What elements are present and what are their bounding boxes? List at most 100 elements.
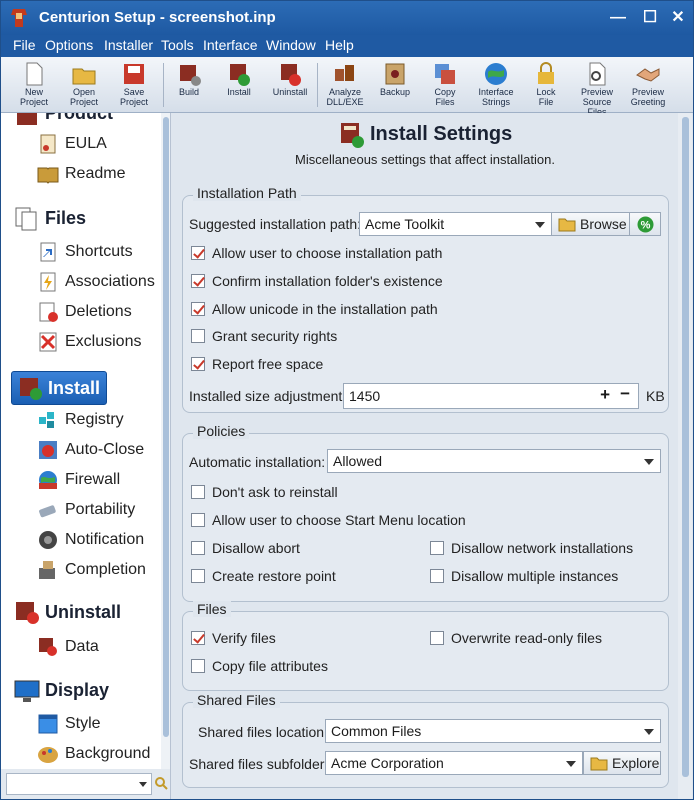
autoclose-icon: [39, 441, 57, 459]
sidebar-item-product[interactable]: Product: [13, 113, 113, 127]
toolbar-separator: [317, 63, 318, 107]
percent-icon: %: [637, 216, 654, 233]
build-button[interactable]: Build: [164, 59, 214, 111]
sidebar-scrollbar[interactable]: [161, 113, 170, 769]
sidebar-item-firewall[interactable]: Firewall: [37, 469, 120, 491]
sidebar-item-style[interactable]: Style: [37, 713, 101, 735]
menu-tools[interactable]: Tools: [161, 37, 194, 53]
dont-ask-reinstall-checkbox[interactable]: [191, 485, 205, 499]
shared-location-combo[interactable]: Common Files: [325, 719, 661, 743]
verify-files-checkbox[interactable]: [191, 631, 205, 645]
preview-source-button[interactable]: Preview Source Files: [572, 59, 622, 117]
choose-start-menu-checkbox[interactable]: [191, 513, 205, 527]
menu-options[interactable]: Options: [45, 37, 93, 53]
chevron-down-icon: [644, 729, 654, 735]
sidebar-item-notification[interactable]: Notification: [37, 529, 144, 551]
sidebar-item-uninstall[interactable]: Uninstall: [13, 600, 121, 626]
chevron-down-icon: [139, 782, 147, 787]
uninstall-button[interactable]: Uninstall: [265, 59, 315, 111]
size-adjustment-input[interactable]: 1450 + −: [343, 383, 639, 409]
suggested-path-combo[interactable]: Acme Toolkit: [359, 212, 552, 236]
confirm-folder-checkbox[interactable]: [191, 274, 205, 288]
path-variable-button[interactable]: %: [629, 212, 661, 236]
automatic-installation-combo[interactable]: Allowed: [327, 449, 661, 473]
automatic-installation-label: Automatic installation:: [189, 454, 326, 470]
size-unit: KB: [646, 388, 665, 404]
size-adjustment-label: Installed size adjustment:: [189, 388, 347, 404]
allow-choose-path-checkbox[interactable]: [191, 246, 205, 260]
shared-subfolder-combo[interactable]: Acme Corporation: [325, 751, 583, 775]
explore-button[interactable]: Explore: [583, 751, 661, 775]
report-free-space-checkbox[interactable]: [191, 357, 205, 371]
menu-file[interactable]: File: [13, 37, 36, 53]
increment-button[interactable]: +: [600, 385, 610, 405]
menu-installer[interactable]: Installer: [104, 37, 153, 53]
analyze-icon: [335, 65, 354, 81]
shared-files-group: Shared Files Shared files location: Comm…: [182, 692, 669, 788]
sidebar-item-files[interactable]: Files: [13, 206, 86, 232]
content-scroll-thumb[interactable]: [682, 117, 689, 777]
preview-greeting-button[interactable]: Preview Greeting: [623, 59, 673, 111]
window-title: Centurion Setup - screenshot.inp: [39, 9, 276, 26]
open-project-button[interactable]: Open Project: [59, 59, 109, 111]
sidebar-item-associations[interactable]: Associations: [37, 271, 155, 293]
application-window: Centurion Setup - screenshot.inp — ☐ ✕ F…: [0, 0, 694, 800]
menu-window[interactable]: Window: [266, 37, 316, 53]
sidebar-item-install[interactable]: Install: [11, 371, 107, 405]
uninstall-icon: [281, 64, 301, 86]
group-legend: Policies: [193, 423, 250, 439]
sidebar-item-autoclose[interactable]: Auto-Close: [37, 439, 144, 461]
create-restore-point-checkbox[interactable]: [191, 569, 205, 583]
copy-files-button[interactable]: Copy Files: [420, 59, 470, 111]
preview-source-icon: [589, 62, 606, 86]
browse-button[interactable]: Browse: [551, 212, 630, 236]
overwrite-readonly-checkbox[interactable]: [430, 631, 444, 645]
sidebar-search-combo[interactable]: [6, 773, 152, 795]
sidebar-item-registry[interactable]: Registry: [37, 409, 124, 431]
group-legend: Installation Path: [193, 185, 301, 201]
maximize-button[interactable]: ☐: [639, 7, 661, 29]
copy-attributes-checkbox[interactable]: [191, 659, 205, 673]
sidebar-scroll-thumb[interactable]: [163, 117, 169, 737]
disallow-network-checkbox[interactable]: [430, 541, 444, 555]
sidebar-item-portability[interactable]: Portability: [37, 499, 135, 521]
lock-file-button[interactable]: Lock File: [521, 59, 571, 111]
shortcuts-icon: [40, 242, 56, 262]
title-bar[interactable]: Centurion Setup - screenshot.inp — ☐ ✕: [1, 1, 693, 35]
close-button[interactable]: ✕: [667, 7, 689, 29]
grant-security-checkbox[interactable]: [191, 329, 205, 343]
sidebar-item-completion[interactable]: Completion: [37, 559, 146, 581]
sidebar-item-readme[interactable]: Readme: [37, 163, 125, 185]
analyze-button[interactable]: Analyze DLL/EXE: [320, 59, 370, 111]
disallow-abort-checkbox[interactable]: [191, 541, 205, 555]
interface-strings-button[interactable]: Interface Strings: [471, 59, 521, 111]
install-button[interactable]: Install: [214, 59, 264, 111]
allow-unicode-checkbox[interactable]: [191, 302, 205, 316]
toolbar: New Project Open Project Save Project Build…: [1, 57, 693, 117]
sidebar-item-data[interactable]: Data: [37, 636, 99, 658]
save-project-button[interactable]: Save Project: [109, 59, 159, 111]
disallow-multiple-instances-checkbox[interactable]: [430, 569, 444, 583]
decrement-button[interactable]: −: [620, 384, 630, 404]
folder-icon: [590, 757, 608, 771]
folder-icon: [558, 218, 576, 232]
new-project-button[interactable]: New Project: [9, 59, 59, 111]
sidebar-item-background[interactable]: Background: [37, 743, 150, 765]
search-icon[interactable]: [154, 776, 168, 790]
minimize-button[interactable]: —: [607, 7, 629, 29]
registry-icon: [39, 412, 54, 428]
display-icon: [14, 680, 40, 702]
backup-button[interactable]: Backup: [370, 59, 420, 111]
sidebar-item-shortcuts[interactable]: Shortcuts: [37, 241, 133, 263]
menu-interface[interactable]: Interface: [203, 37, 257, 53]
menu-help[interactable]: Help: [325, 37, 354, 53]
content-scrollbar[interactable]: [678, 113, 692, 799]
sidebar-item-eula[interactable]: EULA: [37, 133, 107, 155]
installation-path-group: Installation Path Suggested installation…: [182, 185, 669, 413]
completion-icon: [39, 561, 55, 579]
sidebar-item-exclusions[interactable]: Exclusions: [37, 331, 141, 353]
open-project-icon: [72, 68, 96, 85]
sidebar-item-deletions[interactable]: Deletions: [37, 301, 132, 323]
sidebar-item-display[interactable]: Display: [13, 678, 109, 704]
files-icon: [15, 207, 37, 231]
